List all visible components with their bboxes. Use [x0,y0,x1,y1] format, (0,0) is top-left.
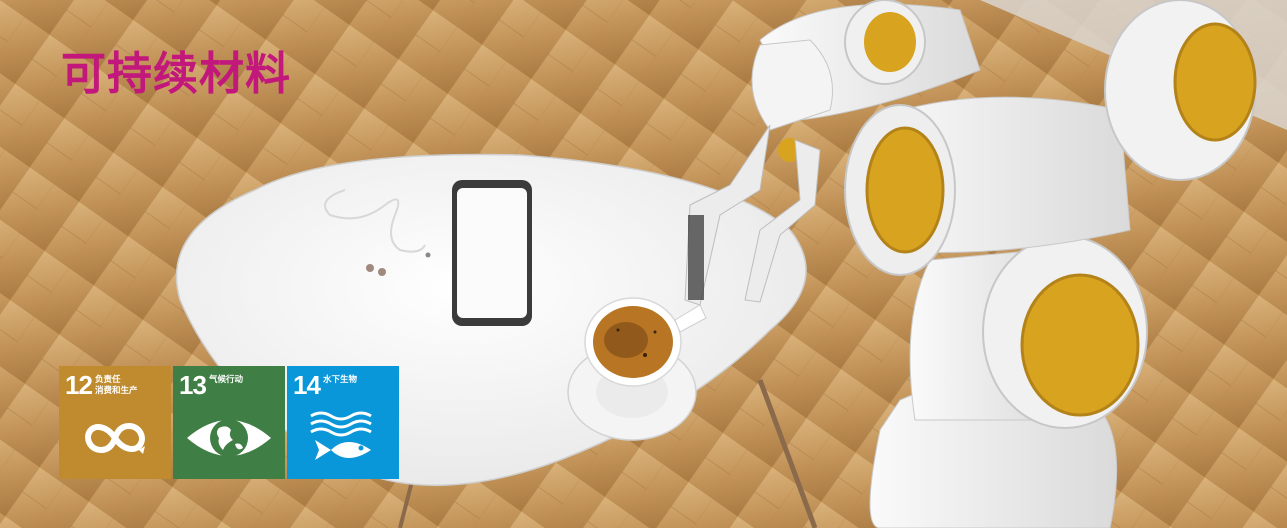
infinity-icon [85,423,145,454]
sdg-goal-14-card[interactable]: 14 水下生物 [287,366,399,479]
sdg-goal-13-card[interactable]: 13 气候行动 [173,366,285,479]
sdg-goals: 12 负责任 消费和生产 13 气候行动 14 水下生物 [59,366,399,479]
fish-waves-icon [310,411,372,460]
sdg-goal-12-card[interactable]: 12 负责任 消费和生产 [59,366,171,479]
page-title: 可持续材料 [61,47,292,100]
hero-banner: 可持续材料 12 负责任 消费和生产 13 气候行动 14 水下生物 [0,0,1287,528]
eye-earth-icon [187,419,271,457]
